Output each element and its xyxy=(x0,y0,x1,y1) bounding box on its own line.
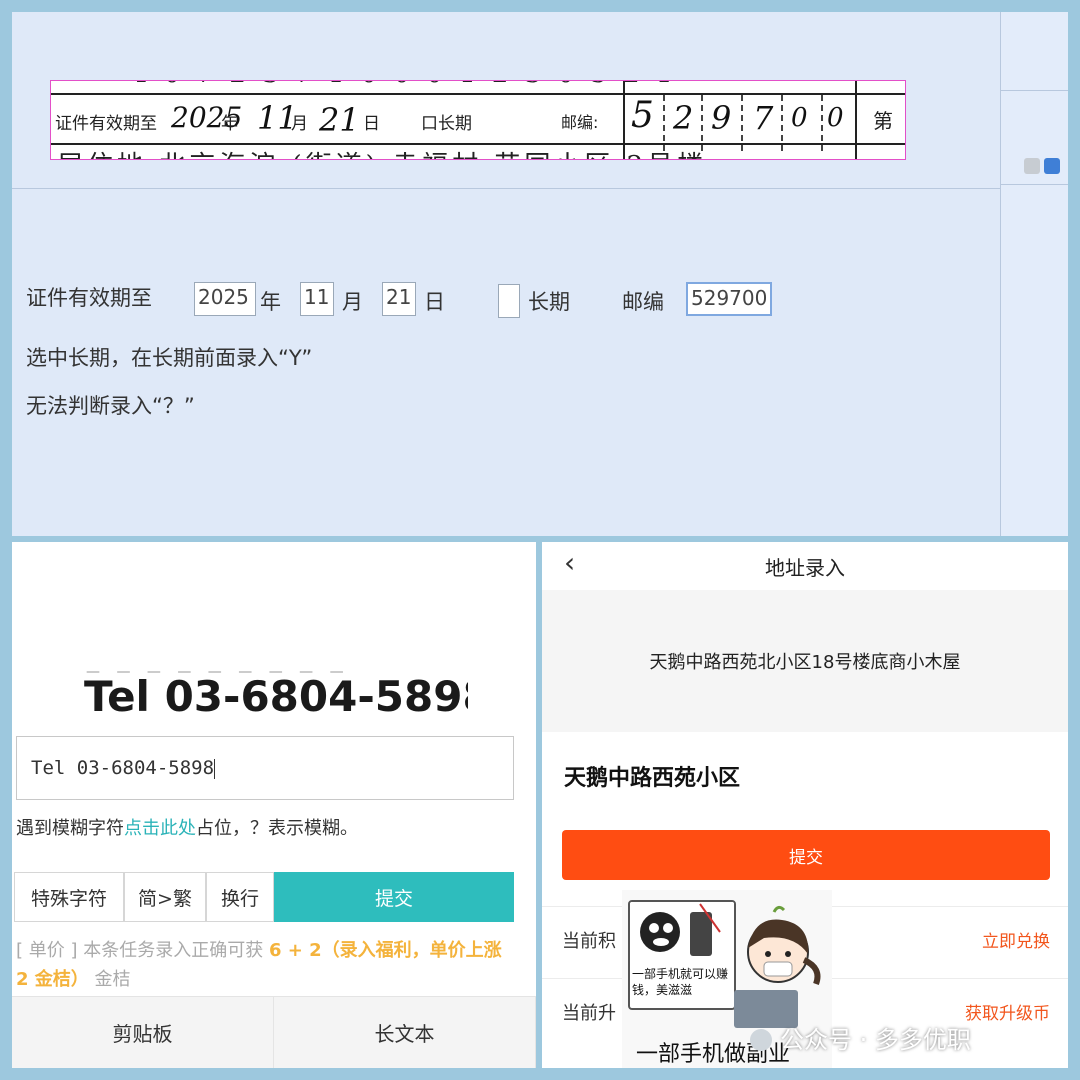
scan-postcode-digit: 7 xyxy=(753,99,774,137)
tel-input-value: Tel 03-6804-5898 xyxy=(31,757,215,779)
cartoon-girl-icon xyxy=(734,905,821,1028)
submit-button[interactable]: 提交 xyxy=(274,872,514,922)
label-year: 年 xyxy=(260,290,281,314)
tel-scan-image: — — — — — — — — — Tel 03-6804-5898 xyxy=(78,664,468,726)
app-header: ‹ 地址录入 xyxy=(542,542,1068,588)
tel-input[interactable]: Tel 03-6804-5898 xyxy=(16,736,514,800)
data-entry-panel: 4 0 7 2 3 7 1 0 0 0 1 2 3 0 5 2 1 证件有效期至… xyxy=(12,12,1068,536)
long-text-tab[interactable]: 长文本 xyxy=(274,997,536,1068)
label-day: 日 xyxy=(424,290,445,314)
tip-suffix: 占位，？表示模糊。 xyxy=(196,818,358,839)
meme-card: 一部手机就可以赚钱，美滋滋 xyxy=(628,900,736,1010)
scanned-form-image: 4 0 7 2 3 7 1 0 0 0 1 2 3 0 5 2 1 证件有效期至… xyxy=(50,80,906,160)
scan-label-day: 日 xyxy=(363,114,380,134)
scan-postcode-digit: 2 xyxy=(673,99,694,137)
panda-face-icon xyxy=(630,902,734,962)
special-char-button[interactable]: 特殊字符 xyxy=(14,872,124,922)
side-column xyxy=(1000,12,1068,536)
price-unit: 金桔 xyxy=(94,969,131,990)
label-month: 月 xyxy=(342,290,363,314)
points-label: 当前积 xyxy=(562,931,616,952)
label-long-term: 长期 xyxy=(528,290,570,314)
address-submit-button[interactable]: 提交 xyxy=(562,830,1050,880)
label-postcode: 邮编 xyxy=(622,290,664,314)
day-input[interactable]: 21 xyxy=(382,282,416,316)
price-label: [ 单价 ] xyxy=(16,940,78,961)
scan-label-year: 年 xyxy=(221,114,238,134)
page-title: 地址录入 xyxy=(765,556,845,580)
label-validity: 证件有效期至 xyxy=(26,286,152,310)
tel-scan-text: Tel 03-6804-5898 xyxy=(84,672,468,721)
postcode-input[interactable]: 529700 xyxy=(686,282,772,316)
tip-prefix: 遇到模糊字符 xyxy=(16,818,124,839)
address-image: 天鹅中路西苑北小区18号楼底商小木屋 xyxy=(542,590,1068,732)
cropped-text-bottom: 居住地 北京海淀 (街道) 幸福村 花园小区 2号楼 xyxy=(57,145,707,159)
scan-label-month: 月 xyxy=(291,114,308,134)
scan-postcode-digit: 9 xyxy=(711,99,732,137)
scan-label-validity: 证件有效期至 xyxy=(55,114,157,134)
month-input[interactable]: 11 xyxy=(300,282,334,316)
watermark-text: 公众号 · 多多优职 xyxy=(780,1026,971,1054)
phone-entry-panel: — — — — — — — — — Tel 03-6804-5898 Tel 0… xyxy=(12,542,536,1068)
unit-price-info: [ 单价 ] 本条任务录入正确可获 6 + 2（录入福利，单价上涨 2 金桔） … xyxy=(16,936,520,994)
toolbar-mini-icons xyxy=(1024,158,1060,174)
price-text: 本条任务录入正确可获 xyxy=(83,940,264,961)
tip-click-here-link[interactable]: 点击此处 xyxy=(124,818,196,839)
clipboard-tab[interactable]: 剪贴板 xyxy=(12,997,274,1068)
redeem-now-link[interactable]: 立即兑换 xyxy=(982,927,1050,952)
address-input[interactable]: 天鹅中路西苑小区 xyxy=(564,760,740,792)
long-term-input[interactable] xyxy=(498,284,520,318)
action-buttons: 特殊字符 简>繁 换行 提交 xyxy=(14,872,514,922)
blur-tip: 遇到模糊字符点击此处占位，？表示模糊。 xyxy=(16,814,358,840)
watermark: 公众号 · 多多优职 xyxy=(750,1020,971,1055)
address-image-text: 天鹅中路西苑北小区18号楼底商小木屋 xyxy=(649,652,961,673)
newline-button[interactable]: 换行 xyxy=(206,872,274,922)
text-caret xyxy=(214,758,216,779)
divider xyxy=(12,188,1000,189)
meme-card-caption: 一部手机就可以赚钱，美滋滋 xyxy=(632,967,729,997)
scan-side-char: 第 xyxy=(873,109,893,133)
hint-unclear: 无法判断录入“？” xyxy=(26,394,195,418)
scan-postcode-digit: 0 xyxy=(791,103,808,133)
scan-postcode-digit: 0 xyxy=(827,103,844,133)
bottom-toolbar: 剪贴板 长文本 xyxy=(12,996,536,1068)
scan-label-postcode: 邮编: xyxy=(561,113,599,132)
upgrade-label: 当前升 xyxy=(562,1003,616,1024)
get-upgrade-coins-link[interactable]: 获取升级币 xyxy=(965,999,1050,1024)
scan-day-handwritten: 21 xyxy=(319,101,360,139)
scan-label-long-term: 口长期 xyxy=(421,114,472,134)
year-input[interactable]: 2025 xyxy=(194,282,256,316)
scan-postcode-digit: 5 xyxy=(631,95,654,136)
gray-tool-icon[interactable] xyxy=(1024,158,1040,174)
hint-long-term: 选中长期，在长期前面录入“Y” xyxy=(26,346,313,370)
simplified-to-traditional-button[interactable]: 简>繁 xyxy=(124,872,206,922)
wechat-account-icon xyxy=(750,1029,772,1051)
blue-tool-icon[interactable] xyxy=(1044,158,1060,174)
cropped-digits-top: 4 0 7 2 3 7 1 0 0 0 1 2 3 0 5 2 1 xyxy=(131,81,676,89)
